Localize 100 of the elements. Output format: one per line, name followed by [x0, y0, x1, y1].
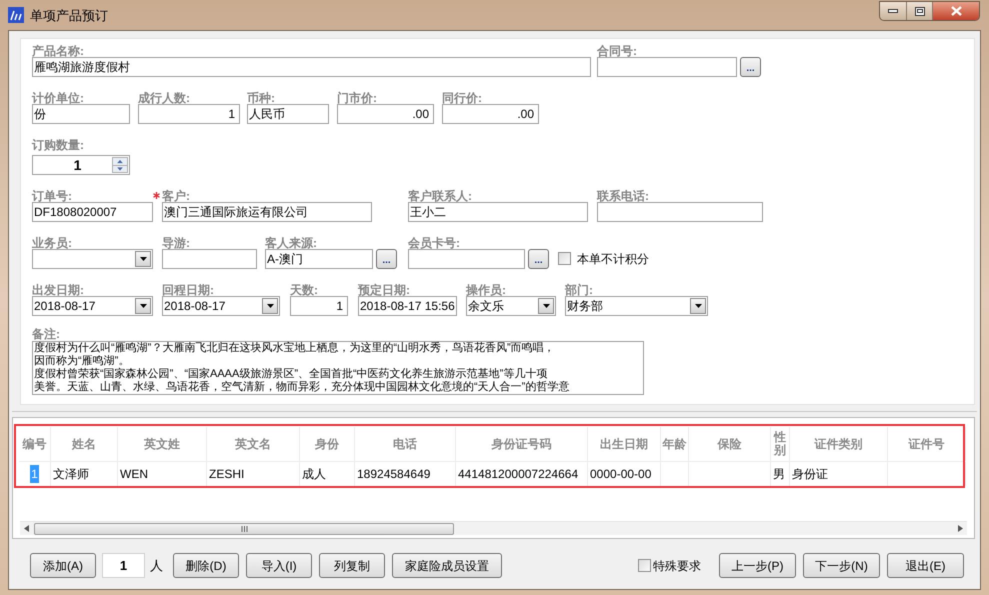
input-field[interactable] [408, 249, 525, 269]
input-field[interactable]: 2018-08-17 15:56 [358, 296, 457, 316]
table-cell: 身份证 [790, 462, 888, 486]
dropdown-field[interactable]: 财务部 [565, 296, 708, 316]
input-field[interactable] [597, 202, 763, 222]
field-label: 预定日期: [358, 283, 410, 297]
minimize-icon [888, 9, 898, 13]
count-input[interactable]: 1 [102, 553, 145, 578]
input-field[interactable]: 人民币 [247, 104, 329, 124]
table-cell: 文泽师 [51, 462, 118, 486]
action-button[interactable]: 上一步(P) [719, 553, 796, 578]
action-button[interactable]: 导入(I) [246, 553, 312, 578]
browse-button[interactable]: ... [740, 57, 761, 77]
field-label: 会员卡号: [408, 236, 460, 250]
points-checkbox[interactable] [558, 252, 571, 265]
field-label: 天数: [290, 283, 318, 297]
field-label: 备注: [32, 327, 61, 341]
input-field[interactable]: 1 [290, 296, 348, 316]
notes-line: 度假村为什么叫“雁鸣湖”？大雁南飞北归在这块风水宝地上栖息，为这里的“山明水秀，鸟语花香风”而鸣唱， [34, 342, 555, 355]
window-title: 单项产品预订 [30, 7, 108, 25]
input-field[interactable]: 份 [32, 104, 130, 124]
field-label: 客户: [162, 189, 190, 203]
field-label: 导游: [162, 236, 190, 250]
field-label: 成行人数: [138, 91, 190, 105]
quantity-spinner[interactable]: 1 [32, 155, 130, 175]
dropdown-field[interactable]: 余文乐 [466, 296, 556, 316]
spin-up-icon[interactable] [113, 158, 127, 164]
field-label: 同行价: [442, 91, 482, 105]
input-field[interactable]: 澳门三通国际旅运有限公司 [162, 202, 372, 222]
notes-line: 美誉。天蓝、山青、水绿、鸟语花香，空气清新，物而异彩，充分体现中国园林文化意境的“天人合一”的哲学意 [34, 381, 570, 394]
caret-down-icon [542, 304, 550, 308]
special-checkbox[interactable] [638, 559, 651, 572]
action-button[interactable]: 家庭险成员设置 [392, 553, 502, 578]
input-field[interactable]: 1 [138, 104, 240, 124]
field-label: 客人来源: [265, 236, 317, 250]
action-button[interactable]: 列复制 [319, 553, 385, 578]
caret-down-icon [694, 304, 702, 308]
dropdown-field[interactable]: 2018-08-17 [162, 296, 280, 316]
table-cell: 0000-00-00 [588, 462, 661, 486]
dropdown-button[interactable] [262, 298, 278, 314]
field-label: 联系电话: [597, 189, 649, 203]
table-cell: 成人 [300, 462, 355, 486]
table-cell: 441481200007224664 [456, 462, 588, 486]
field-label: 计价单位: [32, 91, 84, 105]
field-label: 部门: [565, 283, 593, 297]
field-label: 订单号: [32, 189, 72, 203]
scroll-left-icon[interactable] [24, 525, 29, 532]
input-field[interactable]: .00 [337, 104, 434, 124]
action-button[interactable]: 下一步(N) [803, 553, 880, 578]
caret-down-icon [140, 257, 146, 261]
field-label: 合同号: [597, 44, 637, 58]
field-label: 门市价: [337, 91, 377, 105]
field-label: 回程日期: [162, 283, 214, 297]
caret-down-icon [266, 304, 274, 308]
minimize-button[interactable] [880, 2, 907, 20]
field-label: 操作员: [466, 283, 506, 297]
browse-button[interactable]: ... [528, 249, 549, 269]
field-label: 订购数量: [32, 138, 84, 152]
caret-down-icon [140, 304, 146, 308]
table-cell: ZESHI [207, 462, 300, 486]
action-button[interactable]: 退出(E) [887, 553, 964, 578]
dropdown-field[interactable]: 2018-08-17 [32, 296, 153, 316]
input-field[interactable]: A-澳门 [265, 249, 373, 269]
action-button[interactable]: 添加(A) [30, 553, 96, 578]
checkbox-label: 特殊要求 [653, 558, 701, 574]
maximize-icon [914, 6, 924, 16]
dropdown-button[interactable] [538, 298, 554, 314]
table-cell: 男 [771, 462, 790, 486]
checkbox-label: 本单不计积分 [577, 250, 649, 268]
notes-line: 因而称为“雁鸣湖”。 [34, 355, 130, 368]
dropdown-button[interactable] [135, 251, 151, 267]
field-label: 币种: [247, 91, 275, 105]
browse-button[interactable]: ... [376, 249, 397, 269]
dropdown-button[interactable] [135, 298, 151, 314]
input-field[interactable]: 王小二 [408, 202, 588, 222]
notes-textarea[interactable]: 度假村为什么叫“雁鸣湖”？大雁南飞北归在这块风水宝地上栖息，为这里的“山明水秀，鸟语花香风”而鸣唱， 因而称为“雁鸣湖”。 度假村曾荣获“国家森林公园”、“国家AAAA级旅游景区”、全国首批“中医药文化养生旅游示范基地”等几十项 美誉。天蓝、山青、水绿、鸟语花香，空气清新，物而异彩，充分体现中国园林文化意境的“天人合一”的哲学意 [32, 341, 644, 395]
maximize-button[interactable] [907, 2, 933, 20]
table-cell: 1 [19, 462, 51, 486]
input-field[interactable]: .00 [442, 104, 539, 124]
input-field[interactable]: 雁鸣湖旅游度假村 [32, 57, 591, 77]
input-field[interactable]: DF1808020007 [32, 202, 153, 222]
table-cell: WEN [118, 462, 207, 486]
field-label: 产品名称: [32, 44, 84, 58]
dropdown-button[interactable] [690, 298, 706, 314]
table-cell: 18924584649 [355, 462, 456, 486]
action-button[interactable]: 删除(D) [173, 553, 239, 578]
input-field[interactable] [162, 249, 257, 269]
horizontal-scrollbar[interactable] [20, 521, 967, 535]
dropdown-field[interactable] [32, 249, 153, 269]
scrollbar-thumb[interactable] [34, 522, 454, 534]
field-label: 业务员: [32, 236, 72, 250]
app-logo-icon [8, 7, 24, 23]
notes-line: 度假村曾荣获“国家森林公园”、“国家AAAA级旅游景区”、全国首批“中医药文化养生旅游示范基地”等几十项 [34, 368, 548, 380]
input-field[interactable] [597, 57, 737, 77]
close-button[interactable] [933, 2, 979, 20]
close-icon [950, 6, 962, 16]
field-label: 出发日期: [32, 283, 84, 297]
unit-label: 人 [150, 556, 164, 575]
scroll-right-icon[interactable] [958, 525, 963, 532]
grip-icon [240, 526, 248, 532]
